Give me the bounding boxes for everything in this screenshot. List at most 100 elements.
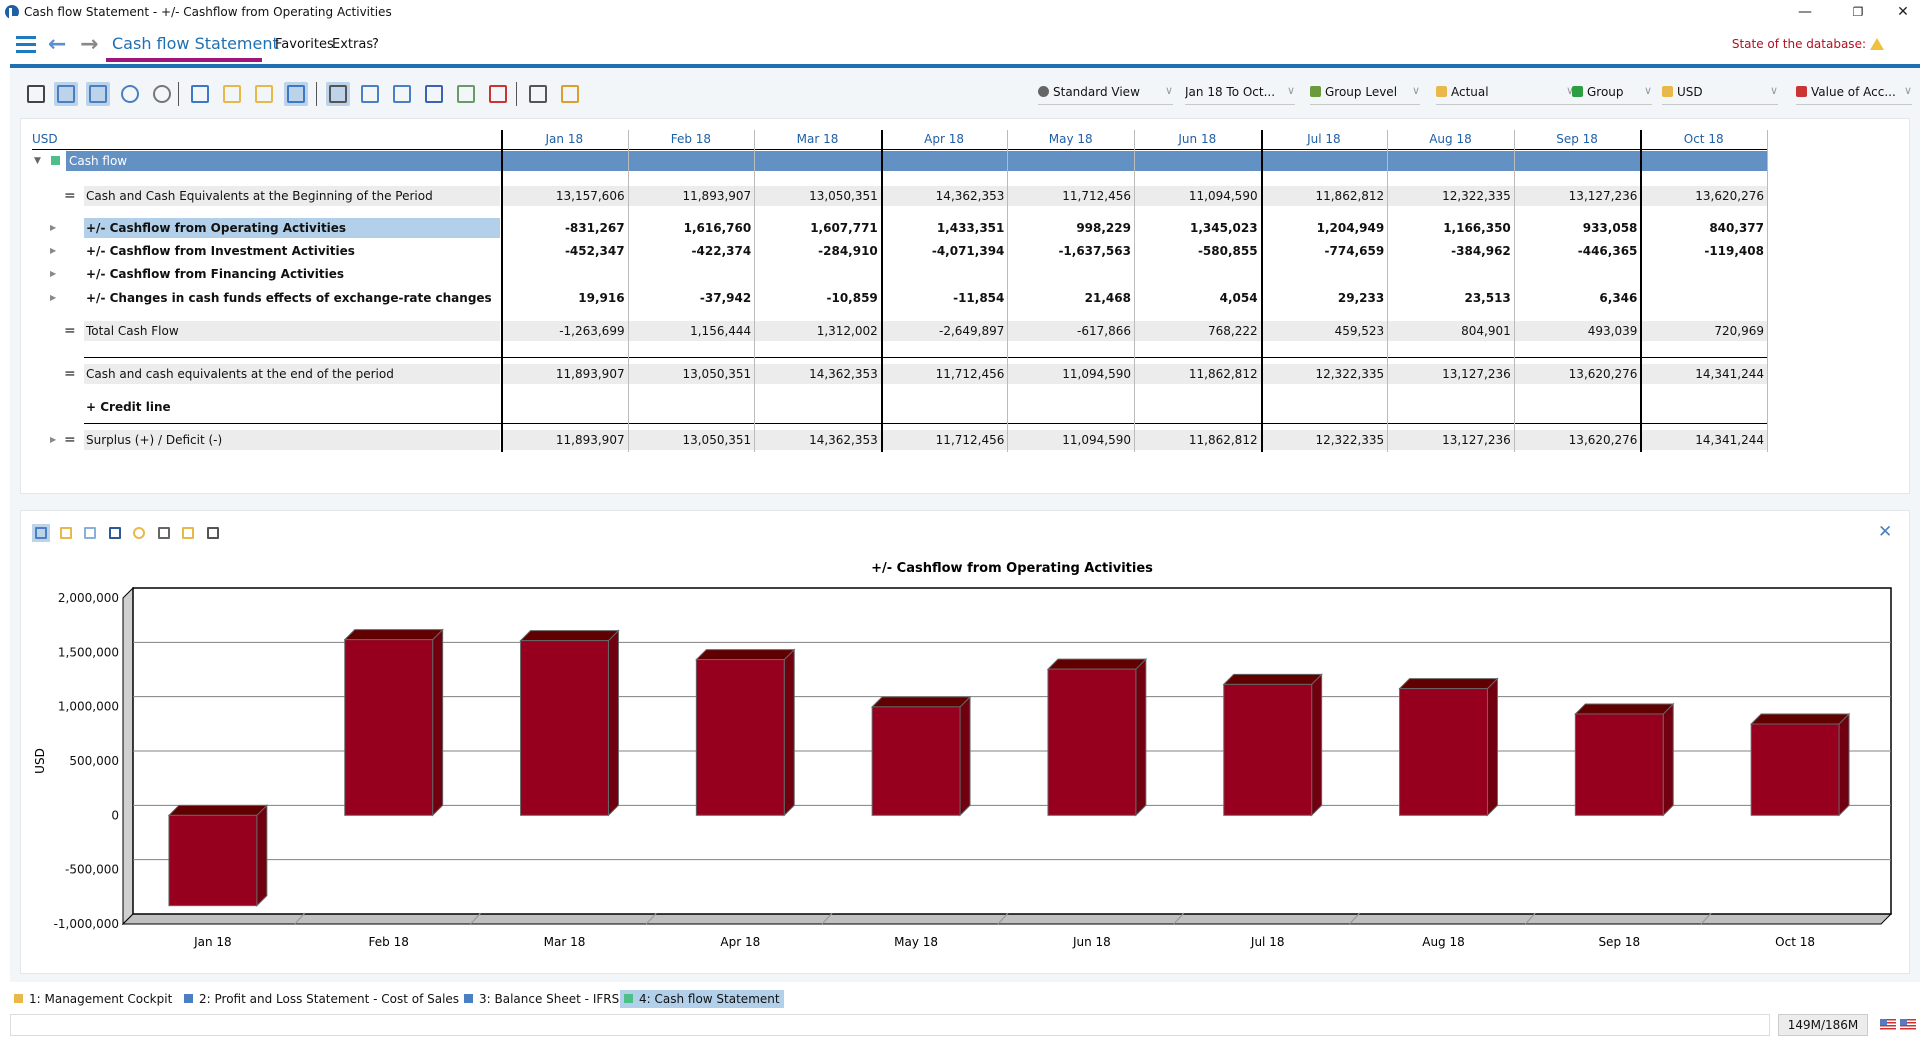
table-cell[interactable] [754,397,881,417]
column-header[interactable]: Jun 18 [1134,129,1261,149]
minimize-button[interactable]: — [1790,2,1820,22]
table-cell[interactable]: 768,222 [1134,321,1261,341]
table-cell[interactable]: 29,233 [1261,288,1388,308]
column-header[interactable]: Jul 18 [1261,129,1388,149]
group-row-cash-flow[interactable]: Cash flow [66,151,1767,171]
forward-arrow-icon[interactable]: → [80,32,98,57]
table-cell[interactable]: 13,620,276 [1513,364,1641,384]
table-cell[interactable] [1134,264,1261,284]
table-cell[interactable] [628,264,755,284]
bar-oct-18[interactable] [1750,723,1840,816]
table-cell[interactable]: 493,039 [1513,321,1641,341]
folder-search-icon[interactable] [284,82,308,106]
table-cell[interactable]: 12,322,335 [1260,430,1388,450]
report-tab-2[interactable]: 2: Profit and Loss Statement - Cost of S… [180,990,463,1008]
dropdown-jan-18-to-oct[interactable]: Jan 18 To Oct... ∨ [1185,85,1295,105]
table-cell[interactable]: -1,637,563 [1007,241,1134,261]
row-label[interactable]: +/- Changes in cash funds effects of exc… [84,288,500,308]
open-folder-icon[interactable] [188,82,212,106]
close-chart-icon[interactable]: ✕ [1878,522,1892,542]
expand-icon[interactable]: ▶ [50,264,56,284]
expand-icon[interactable]: ▶ [50,430,56,450]
table-cell[interactable] [501,397,628,417]
bar-aug-18[interactable] [1399,688,1488,816]
table-cell[interactable]: 13,127,236 [1387,364,1514,384]
menu-favorites[interactable]: Favorites [275,37,334,52]
bar-jul-18[interactable] [1223,683,1313,816]
restore-button[interactable]: ❐ [1843,2,1873,22]
column-header[interactable]: Feb 18 [628,129,755,149]
hamburger-menu-icon[interactable] [16,36,36,53]
table-cell[interactable]: 459,523 [1260,321,1388,341]
table-cell[interactable]: -37,942 [628,288,755,308]
folder-settings-icon[interactable] [252,82,276,106]
dropdown-group[interactable]: Group ∨ [1572,85,1652,105]
column-header[interactable]: Aug 18 [1387,129,1514,149]
dropdown-usd[interactable]: USD ∨ [1662,85,1778,105]
row-label[interactable]: +/- Cashflow from Investment Activities [84,241,500,261]
table-cell[interactable]: 1,345,023 [1134,218,1261,238]
settings-icon[interactable] [526,82,550,106]
table-cell[interactable]: 1,166,350 [1387,218,1514,238]
table-cell[interactable]: -11,854 [881,288,1008,308]
table-cell[interactable]: 11,862,812 [1134,430,1261,450]
dropdown-standard-view[interactable]: Standard View ∨ [1038,85,1173,105]
table-cell[interactable] [1640,397,1767,417]
table-cell[interactable]: 1,204,949 [1261,218,1388,238]
row-label[interactable]: Total Cash Flow [84,321,500,341]
table-cell[interactable] [1387,264,1514,284]
table-cell[interactable]: 14,362,353 [754,364,881,384]
table-cell[interactable]: 720,969 [1640,321,1767,341]
grid-view-6-icon[interactable] [486,82,510,106]
table-cell[interactable]: -1,263,699 [501,321,628,341]
table-cell[interactable]: 4,054 [1134,288,1261,308]
table-cell[interactable]: 13,157,606 [501,186,628,206]
table-cell[interactable]: 1,607,771 [754,218,881,238]
table-cell[interactable]: -284,910 [754,241,881,261]
grid-view-4-icon[interactable] [422,82,446,106]
table-cell[interactable] [881,397,1008,417]
table-cell[interactable]: -446,365 [1514,241,1641,261]
table-cell[interactable]: 1,433,351 [881,218,1008,238]
table-cell[interactable]: 13,620,276 [1513,430,1641,450]
collapse-icon[interactable]: ▼ [34,151,41,171]
column-header[interactable]: Jan 18 [501,129,628,149]
bar-jan-18[interactable] [168,814,258,907]
table-cell[interactable]: 11,893,907 [627,186,755,206]
table-cell[interactable]: 11,094,590 [1007,430,1134,450]
row-label[interactable]: Surplus (+) / Deficit (-) [84,430,500,450]
table-cell[interactable]: 1,312,002 [754,321,881,341]
table-cell[interactable]: -774,659 [1261,241,1388,261]
table-cell[interactable] [1007,397,1134,417]
menu-help[interactable]: ? [372,37,379,52]
table-cell[interactable]: 23,513 [1387,288,1514,308]
new-window-icon[interactable] [179,524,197,542]
column-header[interactable]: Oct 18 [1640,129,1767,149]
table-cell[interactable]: 11,094,590 [1134,186,1261,206]
table-cell[interactable] [1640,264,1767,284]
print-icon[interactable] [204,524,222,542]
table-cell[interactable]: 13,050,351 [627,430,755,450]
grid-view-3-icon[interactable] [390,82,414,106]
upload-folder-icon[interactable] [220,82,244,106]
table-cell[interactable]: -10,859 [754,288,881,308]
table-cell[interactable]: -452,347 [501,241,628,261]
column-header[interactable]: Mar 18 [754,129,881,149]
bar-may-18[interactable] [871,706,961,816]
expand-icon[interactable]: ▶ [50,288,56,308]
table-cell[interactable]: 804,901 [1387,321,1514,341]
pie-chart-icon[interactable] [130,524,148,542]
expand-icon[interactable]: ▶ [50,218,56,238]
table-cell[interactable]: 933,058 [1514,218,1641,238]
table-cell[interactable]: 11,893,907 [501,364,628,384]
table-cell[interactable]: -580,855 [1134,241,1261,261]
table-cell[interactable]: 1,156,444 [627,321,755,341]
layout-chart-icon[interactable] [86,82,110,106]
help-icon[interactable] [118,82,142,106]
area-chart-icon[interactable] [106,524,124,542]
report-tab-1[interactable]: 1: Management Cockpit [10,990,176,1008]
row-label[interactable]: + Credit line [84,397,500,417]
layout-table-icon[interactable] [54,82,78,106]
table-cell[interactable]: 14,362,353 [754,430,881,450]
column-header[interactable]: Apr 18 [881,129,1008,149]
